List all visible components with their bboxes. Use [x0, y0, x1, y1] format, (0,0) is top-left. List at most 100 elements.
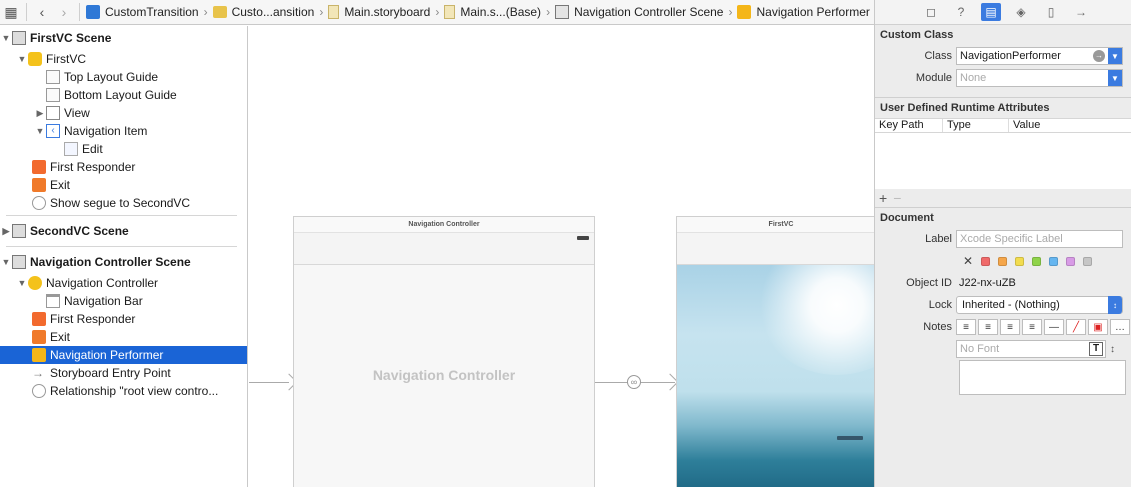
column-value[interactable]: Value: [1009, 119, 1131, 132]
updown-chevron-icon[interactable]: ↕: [1108, 296, 1122, 314]
dropdown-icon[interactable]: ▼: [1108, 70, 1122, 86]
align-left-icon[interactable]: ≡: [956, 319, 976, 335]
forward-arrow-icon[interactable]: ›: [53, 0, 75, 24]
column-key-path[interactable]: Key Path: [875, 119, 943, 132]
font-picker-icon[interactable]: T: [1089, 342, 1103, 356]
go-to-class-icon[interactable]: →: [1093, 50, 1105, 62]
align-center-icon[interactable]: ≡: [978, 319, 998, 335]
file-inspector-icon[interactable]: ◻: [921, 3, 941, 21]
outline-label: Edit: [82, 142, 103, 156]
swatch-purple[interactable]: [1066, 256, 1076, 266]
attributes-inspector-icon[interactable]: ◈: [1011, 3, 1031, 21]
label-color-swatches: ✕: [875, 250, 1131, 272]
outline-label: First Responder: [50, 160, 136, 174]
swatch-gray[interactable]: [1083, 256, 1093, 266]
scene-title: Navigation Controller: [294, 217, 594, 233]
swatch-green[interactable]: [1032, 256, 1042, 266]
disclosure-open-icon[interactable]: ▼: [16, 278, 28, 288]
disclosure-closed-icon[interactable]: ▶: [34, 108, 46, 119]
back-arrow-icon[interactable]: ‹: [31, 0, 53, 24]
outline-item-exit[interactable]: Exit: [0, 176, 247, 194]
identity-inspector-icon[interactable]: ▤: [981, 3, 1001, 21]
disclosure-open-icon[interactable]: ▼: [34, 126, 46, 136]
runtime-attributes-controls: + −: [875, 189, 1131, 207]
more-options-icon[interactable]: …: [1110, 319, 1130, 335]
outline-scene-firstvc[interactable]: ▼ FirstVC Scene: [0, 26, 247, 50]
label-row: Label Xcode Specific Label: [875, 228, 1131, 250]
breadcrumb-object[interactable]: Navigation Performer: [735, 0, 871, 24]
clear-color-icon[interactable]: ✕: [963, 254, 973, 268]
breadcrumb-storyboard[interactable]: Main.storyboard: [326, 0, 432, 24]
outline-scene-navigation-controller[interactable]: ▼ Navigation Controller Scene: [0, 250, 247, 274]
column-type[interactable]: Type: [943, 119, 1009, 132]
connections-inspector-icon[interactable]: →: [1071, 3, 1091, 21]
outline-label: View: [64, 106, 90, 120]
breadcrumb-project[interactable]: CustomTransition: [84, 0, 201, 24]
align-right-icon[interactable]: ≡: [1000, 319, 1020, 335]
chevron-right-icon: ›: [728, 5, 733, 19]
folder-icon: [212, 6, 227, 18]
notes-row: Notes ≡ ≡ ≡ ≡ — ╱ ▣ …: [875, 316, 1131, 338]
outline-item-firstvc[interactable]: ▼ FirstVC: [0, 50, 247, 68]
breadcrumb-scene[interactable]: Navigation Controller Scene: [553, 0, 725, 24]
storyboard-canvas[interactable]: Navigation Controller Navigation Control…: [249, 26, 874, 487]
swatch-yellow[interactable]: [1015, 256, 1025, 266]
outline-item-navigation-controller[interactable]: ▼ Navigation Controller: [0, 274, 247, 292]
disclosure-closed-icon[interactable]: ▶: [0, 226, 12, 237]
swatch-orange[interactable]: [998, 256, 1008, 266]
relationship-segue-icon: [32, 384, 46, 398]
view-icon: [46, 106, 60, 120]
notes-text-area[interactable]: [959, 360, 1126, 395]
add-attribute-button[interactable]: +: [879, 190, 887, 206]
highlight-color-icon[interactable]: ▣: [1088, 319, 1108, 335]
outline-item-exit-2[interactable]: Exit: [0, 328, 247, 346]
outline-item-relationship[interactable]: Relationship "root view contro...: [0, 382, 247, 400]
outline-label: Storyboard Entry Point: [50, 366, 171, 380]
scene-title: FirstVC Scene: [30, 31, 112, 45]
outline-item-first-responder-2[interactable]: First Responder: [0, 310, 247, 328]
outline-item-navigation-item[interactable]: ▼ ‹ Navigation Item: [0, 122, 247, 140]
outline-item-bottom-layout-guide[interactable]: Bottom Layout Guide: [0, 86, 247, 104]
label-field[interactable]: Xcode Specific Label: [956, 230, 1123, 248]
text-strikethrough-icon[interactable]: —: [1044, 319, 1064, 335]
disclosure-open-icon[interactable]: ▼: [0, 33, 12, 43]
scene-title: Navigation Controller Scene: [30, 255, 191, 269]
outline-scene-secondvc[interactable]: ▶ SecondVC Scene: [0, 219, 247, 243]
breadcrumb-label: Main.storyboard: [344, 5, 431, 19]
related-items-icon[interactable]: ▦: [0, 0, 22, 24]
outline-item-first-responder[interactable]: First Responder: [0, 158, 247, 176]
outline-item-show-segue[interactable]: Show segue to SecondVC: [0, 194, 247, 212]
outline-item-edit[interactable]: Edit: [0, 140, 247, 158]
size-inspector-icon[interactable]: ▯: [1041, 3, 1061, 21]
outline-item-top-layout-guide[interactable]: Top Layout Guide: [0, 68, 247, 86]
scene-placeholder-label: Navigation Controller: [372, 367, 516, 383]
font-field[interactable]: No Font T: [956, 340, 1106, 358]
disclosure-open-icon[interactable]: ▼: [0, 257, 12, 267]
remove-attribute-button[interactable]: −: [893, 190, 901, 206]
swatch-red[interactable]: [981, 256, 991, 266]
font-size-stepper[interactable]: ↕: [1110, 344, 1115, 355]
outline-item-storyboard-entry-point[interactable]: → Storyboard Entry Point: [0, 364, 247, 382]
text-color-icon[interactable]: ╱: [1066, 319, 1086, 335]
module-combo[interactable]: None ▼: [956, 69, 1123, 87]
class-combo[interactable]: NavigationPerformer → ▼: [956, 47, 1123, 65]
firstvc-scene[interactable]: FirstVC: [676, 216, 874, 487]
class-value: NavigationPerformer: [960, 50, 1061, 62]
disclosure-open-icon[interactable]: ▼: [16, 54, 28, 64]
runtime-attributes-table[interactable]: [875, 133, 1131, 189]
outline-item-navigation-bar[interactable]: Navigation Bar: [0, 292, 247, 310]
scene-icon: [12, 224, 26, 238]
relationship-segue-icon[interactable]: ∞: [627, 375, 641, 389]
swatch-blue[interactable]: [1049, 256, 1059, 266]
navigation-bar: [294, 233, 594, 265]
lock-select[interactable]: Inherited - (Nothing) ↕: [956, 296, 1123, 314]
breadcrumb-group[interactable]: Custo...ansition: [211, 0, 317, 24]
outline-item-navigation-performer[interactable]: Navigation Performer: [0, 346, 247, 364]
outline-item-view[interactable]: ▶ View: [0, 104, 247, 122]
breadcrumb-storyboard-base[interactable]: Main.s...(Base): [442, 0, 543, 24]
outline-label: Navigation Controller: [46, 276, 159, 290]
quick-help-icon[interactable]: ?: [951, 3, 971, 21]
navigation-controller-scene[interactable]: Navigation Controller Navigation Control…: [293, 216, 595, 487]
dropdown-icon[interactable]: ▼: [1108, 48, 1122, 64]
align-justify-icon[interactable]: ≡: [1022, 319, 1042, 335]
